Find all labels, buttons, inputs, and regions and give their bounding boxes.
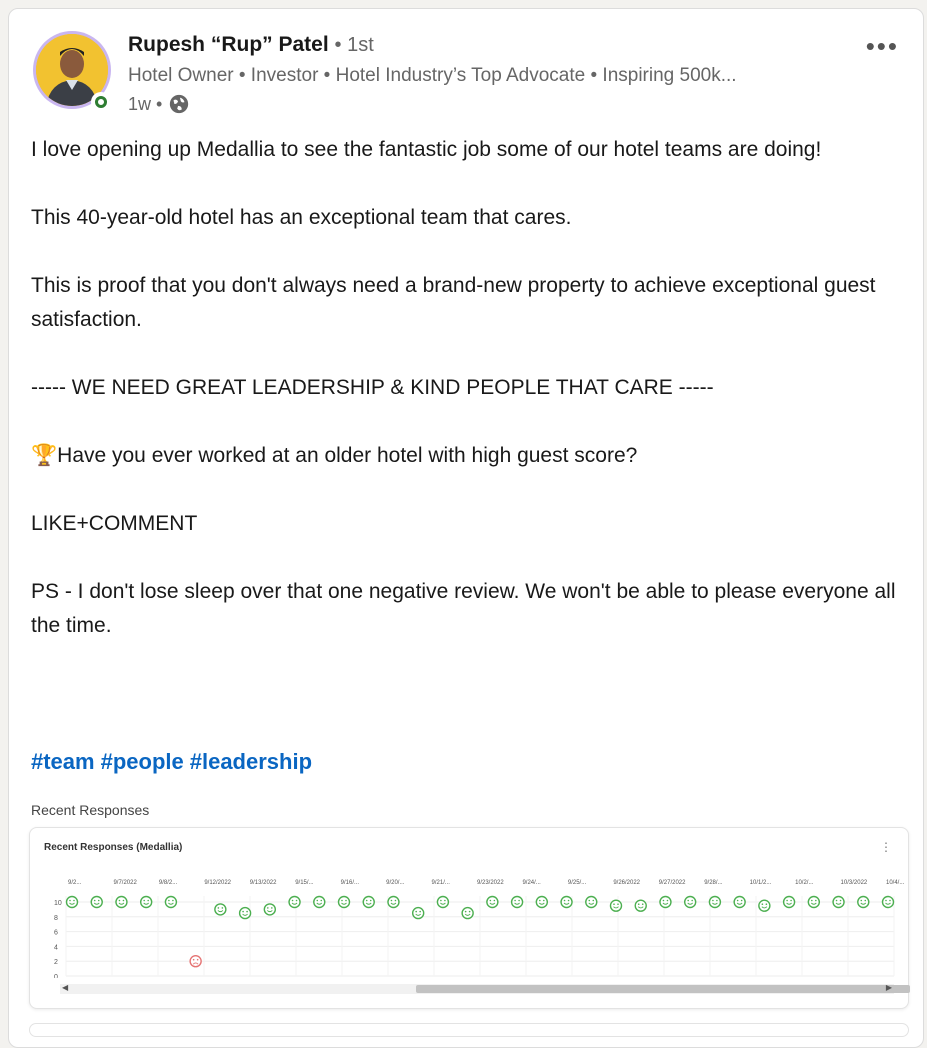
positive-response-point[interactable] xyxy=(881,895,895,909)
x-tick-label: 10/2/... xyxy=(795,880,814,886)
scroll-left-icon[interactable]: ◀ xyxy=(62,983,68,992)
author-name[interactable]: Rupesh “Rup” Patel xyxy=(128,33,329,56)
author-avatar[interactable] xyxy=(33,31,115,113)
positive-response-point[interactable] xyxy=(214,903,227,916)
hashtag-link[interactable]: #team xyxy=(31,749,95,774)
positive-response-point[interactable] xyxy=(115,895,128,909)
more-options-icon[interactable]: ••• xyxy=(866,31,899,62)
post-card: Rupesh “Rup” Patel • 1st Hotel Owner • I… xyxy=(8,8,924,1048)
positive-response-point[interactable] xyxy=(263,903,277,916)
x-tick-label: 9/28/... xyxy=(704,880,723,886)
positive-response-point[interactable] xyxy=(362,895,375,909)
positive-response-point[interactable] xyxy=(313,895,326,909)
scroll-thumb[interactable] xyxy=(416,985,910,993)
chart-scrollbar[interactable]: ◀ ▶ xyxy=(60,983,910,994)
positive-response-point[interactable] xyxy=(510,895,524,909)
positive-response-point[interactable] xyxy=(782,895,796,909)
x-tick-label: 9/12/2022 xyxy=(204,880,231,886)
post-paragraph: PS - I don't lose sleep over that one ne… xyxy=(31,580,896,637)
x-tick-label: 9/7/2022 xyxy=(113,880,137,886)
connection-degree: • 1st xyxy=(334,34,374,56)
positive-response-point[interactable] xyxy=(164,895,178,909)
x-tick-label: 9/25/... xyxy=(568,880,587,886)
hashtag-link[interactable]: #leadership xyxy=(190,749,312,774)
x-tick-label: 9/26/2022 xyxy=(613,880,640,886)
y-tick-label: 6 xyxy=(54,930,58,937)
x-tick-label: 10/4/... xyxy=(886,880,905,886)
hashtags: #team #people #leadership xyxy=(31,749,318,775)
positive-response-point[interactable] xyxy=(535,895,549,909)
x-tick-label: 9/8/2... xyxy=(159,880,178,886)
x-tick-label: 9/2... xyxy=(68,880,82,886)
positive-response-point[interactable] xyxy=(90,895,103,909)
author-name-row[interactable]: Rupesh “Rup” Patel • 1st xyxy=(128,33,374,57)
x-tick-label: 9/20/... xyxy=(386,880,405,886)
x-tick-label: 9/16/... xyxy=(341,880,360,886)
positive-response-point[interactable] xyxy=(733,895,746,909)
x-tick-label: 9/27/2022 xyxy=(659,880,686,886)
positive-response-point[interactable] xyxy=(659,895,672,909)
post-paragraph: 🏆Have you ever worked at an older hotel … xyxy=(31,444,638,467)
positive-response-point[interactable] xyxy=(832,895,845,909)
positive-response-point[interactable] xyxy=(238,906,252,920)
y-tick-label: 4 xyxy=(54,944,58,951)
embed-caption: Recent Responses xyxy=(31,802,150,818)
positive-response-point[interactable] xyxy=(683,895,697,909)
x-tick-label: 9/13/2022 xyxy=(250,880,277,886)
positive-response-point[interactable] xyxy=(436,895,450,909)
globe-icon xyxy=(170,94,189,114)
x-tick-label: 9/23/2022 xyxy=(477,880,504,886)
positive-response-point[interactable] xyxy=(807,895,821,909)
post-paragraph: This is proof that you don't always need… xyxy=(31,274,876,331)
post-paragraph: This 40-year-old hotel has an exceptiona… xyxy=(31,206,572,229)
negative-response-point[interactable] xyxy=(189,954,202,968)
post-body: I love opening up Medallia to see the fa… xyxy=(31,133,901,643)
positive-response-point[interactable] xyxy=(857,895,870,909)
author-headline: Hotel Owner • Investor • Hotel Industry’… xyxy=(128,65,737,86)
positive-response-point[interactable] xyxy=(387,895,400,909)
positive-response-point[interactable] xyxy=(560,895,573,909)
online-status-icon xyxy=(91,92,111,112)
positive-response-point[interactable] xyxy=(634,899,647,912)
scroll-right-icon[interactable]: ▶ xyxy=(886,983,892,992)
post-time: 1w • xyxy=(128,93,163,114)
post-meta: 1w • xyxy=(128,93,190,115)
medallia-chart-card[interactable]: Recent Responses (Medallia) ⋮ 10 8 6 4 2 0 9/2… xyxy=(29,827,910,1009)
positive-response-point[interactable] xyxy=(708,895,722,909)
positive-response-point[interactable] xyxy=(758,899,771,912)
positive-response-point[interactable] xyxy=(139,895,153,909)
y-tick-label: 0 xyxy=(54,974,58,978)
positive-response-point[interactable] xyxy=(337,895,351,909)
x-tick-label: 9/15/... xyxy=(295,880,314,886)
y-tick-label: 10 xyxy=(54,900,62,907)
post-paragraph: I love opening up Medallia to see the fa… xyxy=(31,138,822,161)
positive-response-point[interactable] xyxy=(609,899,623,912)
x-tick-label: 9/24/... xyxy=(522,880,541,886)
positive-response-point[interactable] xyxy=(486,895,499,909)
x-tick-label: 10/1/2... xyxy=(750,880,772,886)
x-tick-label: 9/21/... xyxy=(432,880,451,886)
y-tick-label: 2 xyxy=(54,959,58,966)
hashtag-link[interactable]: #people xyxy=(101,749,184,774)
post-paragraph: ----- WE NEED GREAT LEADERSHIP & KIND PE… xyxy=(31,376,714,399)
y-tick-label: 8 xyxy=(54,915,58,922)
positive-response-point[interactable] xyxy=(585,895,598,909)
responses-chart: 10 8 6 4 2 0 9/2... 9/7/2022 9/8/2... 9/12/2022 9/… xyxy=(54,880,905,978)
positive-response-point[interactable] xyxy=(411,906,425,920)
positive-response-point[interactable] xyxy=(461,906,474,920)
positive-response-point[interactable] xyxy=(65,895,79,909)
next-card-edge xyxy=(29,1023,909,1037)
positive-response-point[interactable] xyxy=(288,895,301,909)
post-paragraph: LIKE+COMMENT xyxy=(31,512,198,535)
x-tick-label: 10/3/2022 xyxy=(841,880,868,886)
